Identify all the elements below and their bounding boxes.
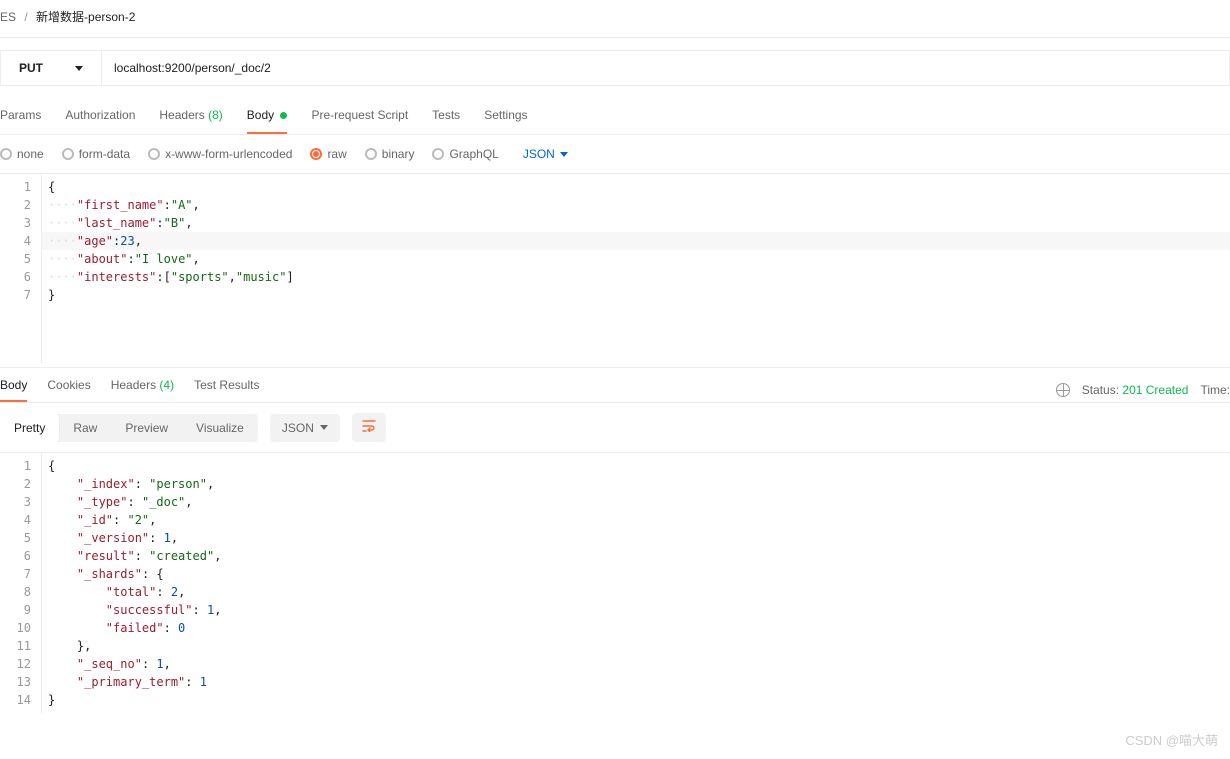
modified-dot-icon [280, 112, 287, 119]
watermark: CSDN @喵大萌 [1125, 730, 1218, 749]
radio-icon [432, 148, 444, 160]
response-tab-headers[interactable]: Headers (4) [111, 378, 174, 402]
breadcrumb-root[interactable]: ES [0, 10, 16, 24]
body-format-select[interactable]: JSON [523, 147, 568, 161]
view-tab-preview[interactable]: Preview [111, 414, 182, 442]
body-type-raw[interactable]: raw [310, 147, 346, 161]
tab-body-label: Body [247, 108, 274, 122]
breadcrumb-separator: / [24, 10, 27, 24]
request-url-bar: PUT [0, 50, 1230, 86]
chevron-down-icon [560, 152, 568, 157]
tab-prerequest[interactable]: Pre-request Script [311, 108, 408, 134]
body-type-graphql[interactable]: GraphQL [432, 147, 498, 161]
line-gutter: 1234567 [0, 174, 42, 363]
response-tab-testresults[interactable]: Test Results [194, 378, 259, 402]
radio-icon [0, 148, 12, 160]
request-body-editor[interactable]: 1234567 { ····"first_name":"A", ····"las… [0, 173, 1230, 363]
tab-headers[interactable]: Headers (8) [159, 108, 222, 134]
body-type-selector: none form-data x-www-form-urlencoded raw… [0, 135, 1230, 173]
globe-icon[interactable] [1056, 383, 1070, 397]
breadcrumb: ES / 新增数据-person-2 [0, 0, 1230, 37]
view-tab-pretty[interactable]: Pretty [0, 414, 59, 442]
status-value: 201 Created [1122, 383, 1188, 397]
wrap-line-button[interactable] [352, 413, 386, 442]
chevron-down-icon [75, 66, 83, 71]
code-area[interactable]: { "_index": "person", "_type": "_doc", "… [42, 453, 1230, 713]
tab-headers-label: Headers [159, 108, 204, 122]
http-method-value: PUT [19, 61, 43, 75]
response-tab-cookies[interactable]: Cookies [47, 378, 90, 402]
body-type-binary[interactable]: binary [365, 147, 415, 161]
status-block: Status: 201 Created [1082, 383, 1189, 397]
radio-selected-icon [310, 148, 322, 160]
time-label: Time: [1200, 383, 1230, 397]
url-input[interactable] [101, 50, 1230, 86]
response-body-viewer: 1234567891011121314 { "_index": "person"… [0, 452, 1230, 713]
response-bar: Body Cookies Headers (4) Test Results St… [0, 367, 1230, 402]
view-tab-visualize[interactable]: Visualize [182, 414, 258, 442]
response-meta: Status: 201 Created Time: [1056, 383, 1230, 397]
tab-tests[interactable]: Tests [432, 108, 460, 134]
radio-icon [62, 148, 74, 160]
chevron-down-icon [320, 425, 328, 430]
request-tabs: Params Authorization Headers (8) Body Pr… [0, 98, 1230, 135]
http-method-select[interactable]: PUT [0, 50, 101, 86]
view-tab-group: Pretty Raw Preview Visualize [0, 414, 258, 442]
body-type-urlencoded[interactable]: x-www-form-urlencoded [148, 147, 292, 161]
body-type-none[interactable]: none [0, 147, 44, 161]
tab-body[interactable]: Body [247, 108, 288, 134]
divider [0, 37, 1230, 38]
response-tabs: Body Cookies Headers (4) Test Results [0, 378, 259, 402]
breadcrumb-current: 新增数据-person-2 [36, 10, 135, 24]
view-tab-raw[interactable]: Raw [59, 414, 111, 442]
response-format-select[interactable]: JSON [270, 414, 340, 442]
tab-settings[interactable]: Settings [484, 108, 527, 134]
response-view-tabs: Pretty Raw Preview Visualize JSON [0, 402, 1230, 452]
tab-params[interactable]: Params [0, 108, 41, 134]
tab-headers-count: (8) [208, 108, 223, 122]
radio-icon [365, 148, 377, 160]
body-type-formdata[interactable]: form-data [62, 147, 130, 161]
code-area[interactable]: { ····"first_name":"A", ····"last_name":… [42, 174, 1230, 363]
radio-icon [148, 148, 160, 160]
response-tab-body[interactable]: Body [0, 378, 27, 402]
line-gutter: 1234567891011121314 [0, 453, 42, 713]
tab-authorization[interactable]: Authorization [65, 108, 135, 134]
